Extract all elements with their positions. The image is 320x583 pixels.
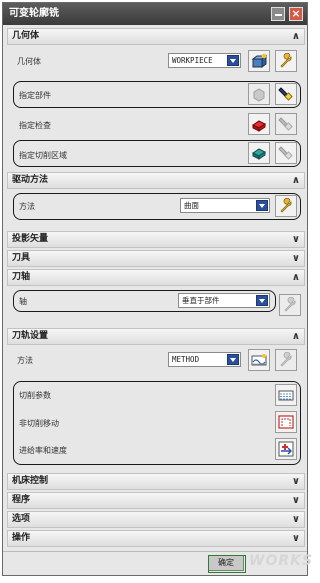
section-options-title: 选项: [12, 514, 31, 524]
section-projection-title: 投影矢量: [12, 234, 49, 244]
minimize-button[interactable]: [271, 7, 285, 21]
chevron-down-icon[interactable]: [227, 55, 239, 66]
geometry-select[interactable]: WORKPIECE: [168, 53, 241, 68]
geometry-select-value: WORKPIECE: [172, 56, 213, 65]
ok-button[interactable]: 确定: [208, 555, 246, 573]
section-program-header[interactable]: 程序 ∨: [7, 492, 305, 509]
check-geometry-icon: [252, 120, 266, 132]
wrench-icon: [280, 198, 292, 213]
display-cut-area-button[interactable]: [275, 142, 297, 164]
section-geometry-header[interactable]: 几何体 ∧: [7, 28, 305, 45]
select-cut-area-button[interactable]: [248, 142, 270, 164]
dialog-window: 可变轮廓铣 × 几何体 ∧ 几何体 WORKPIECE 指定部件 指定检查 指定…: [2, 2, 312, 576]
feeds-speeds-button[interactable]: [275, 438, 297, 460]
chevron-down-icon[interactable]: ∨: [292, 475, 300, 488]
flashlight-icon: [278, 117, 293, 131]
non-cut-moves-label: 非切削移动: [19, 419, 59, 428]
cut-params-label: 切削参数: [19, 391, 51, 400]
dialog-title: 可变轮廓铣: [9, 8, 59, 19]
section-actions-title: 操作: [12, 533, 31, 543]
watermark: WORKS: [249, 553, 314, 569]
display-check-button[interactable]: [275, 113, 297, 135]
section-drive-title: 驱动方法: [12, 175, 49, 185]
chevron-down-icon[interactable]: ∨: [292, 252, 300, 265]
chevron-down-icon[interactable]: [256, 200, 268, 211]
drive-method-select[interactable]: 曲面: [180, 198, 270, 213]
section-path-header[interactable]: 刀轨设置 ∧: [7, 328, 305, 345]
select-check-button[interactable]: [248, 113, 270, 135]
cut-area-icon: [252, 148, 266, 160]
drive-method-label: 方法: [19, 202, 35, 211]
section-geometry-title: 几何体: [12, 31, 40, 41]
display-part-button[interactable]: [275, 83, 297, 105]
cut-params-button[interactable]: [275, 384, 297, 406]
feeds-speeds-label: 进给率和速度: [19, 446, 67, 455]
tool-axis-select[interactable]: 垂直于部件: [178, 293, 270, 308]
tool-axis-value: 垂直于部件: [182, 296, 220, 305]
path-method-value: METHOD: [172, 355, 200, 364]
section-tool-header[interactable]: 刀具 ∨: [7, 250, 305, 267]
title-bar: 可变轮廓铣 ×: [3, 3, 307, 25]
section-axis-header[interactable]: 刀轴 ∧: [7, 269, 305, 286]
drive-method-value: 曲面: [184, 201, 199, 210]
chevron-up-icon[interactable]: ∧: [292, 30, 300, 43]
new-geometry-button[interactable]: [248, 50, 270, 72]
section-machine-header[interactable]: 机床控制 ∨: [7, 473, 305, 490]
edit-method-button[interactable]: [275, 349, 297, 371]
select-part-button[interactable]: [248, 83, 270, 105]
edit-geometry-button[interactable]: [275, 50, 297, 72]
new-method-button[interactable]: [248, 349, 270, 371]
wrench-icon: [280, 53, 292, 68]
section-tool-title: 刀具: [12, 253, 31, 263]
chevron-up-icon[interactable]: ∧: [292, 174, 300, 187]
chevron-up-icon[interactable]: ∧: [292, 271, 300, 284]
specify-cut-area-label: 指定切削区域: [19, 151, 67, 160]
chevron-down-icon[interactable]: ∨: [292, 233, 300, 246]
non-cut-moves-icon: [278, 415, 294, 429]
part-icon: [253, 88, 265, 102]
section-actions-header[interactable]: 操作 ∨: [7, 530, 305, 547]
section-drive-header[interactable]: 驱动方法 ∧: [7, 172, 305, 189]
chevron-up-icon[interactable]: ∧: [292, 330, 300, 343]
section-options-header[interactable]: 选项 ∨: [7, 511, 305, 528]
chevron-down-icon[interactable]: [256, 295, 268, 306]
new-geometry-icon: [251, 53, 267, 68]
non-cut-moves-button[interactable]: [275, 411, 297, 433]
wrench-icon: [284, 297, 296, 312]
chevron-down-icon[interactable]: ∨: [292, 513, 300, 526]
chevron-down-icon[interactable]: ∨: [292, 532, 300, 545]
section-projection-header[interactable]: 投影矢量 ∨: [7, 231, 305, 248]
specify-check-label: 指定检查: [19, 121, 51, 130]
section-machine-title: 机床控制: [12, 476, 49, 486]
geometry-label: 几何体: [17, 57, 41, 66]
flashlight-icon: [278, 87, 293, 101]
section-program-title: 程序: [12, 495, 31, 505]
edit-tool-axis-button[interactable]: [279, 294, 301, 316]
feeds-speeds-icon: [278, 441, 294, 457]
close-button[interactable]: ×: [289, 7, 303, 21]
cut-params-icon: [278, 390, 294, 401]
specify-part-label: 指定部件: [19, 91, 51, 100]
dialog-footer: 确定 WORKS: [3, 551, 312, 575]
path-method-label: 方法: [17, 356, 33, 365]
tool-axis-label: 轴: [19, 297, 27, 306]
chevron-down-icon[interactable]: ∨: [292, 494, 300, 507]
wrench-icon: [280, 352, 292, 367]
chevron-down-icon[interactable]: [227, 354, 239, 365]
flashlight-icon: [278, 146, 293, 160]
section-axis-title: 刀轴: [12, 272, 31, 282]
path-method-select[interactable]: METHOD: [168, 352, 241, 367]
method-icon: [251, 354, 267, 366]
edit-drive-method-button[interactable]: [275, 195, 297, 217]
section-path-title: 刀轨设置: [12, 331, 49, 341]
